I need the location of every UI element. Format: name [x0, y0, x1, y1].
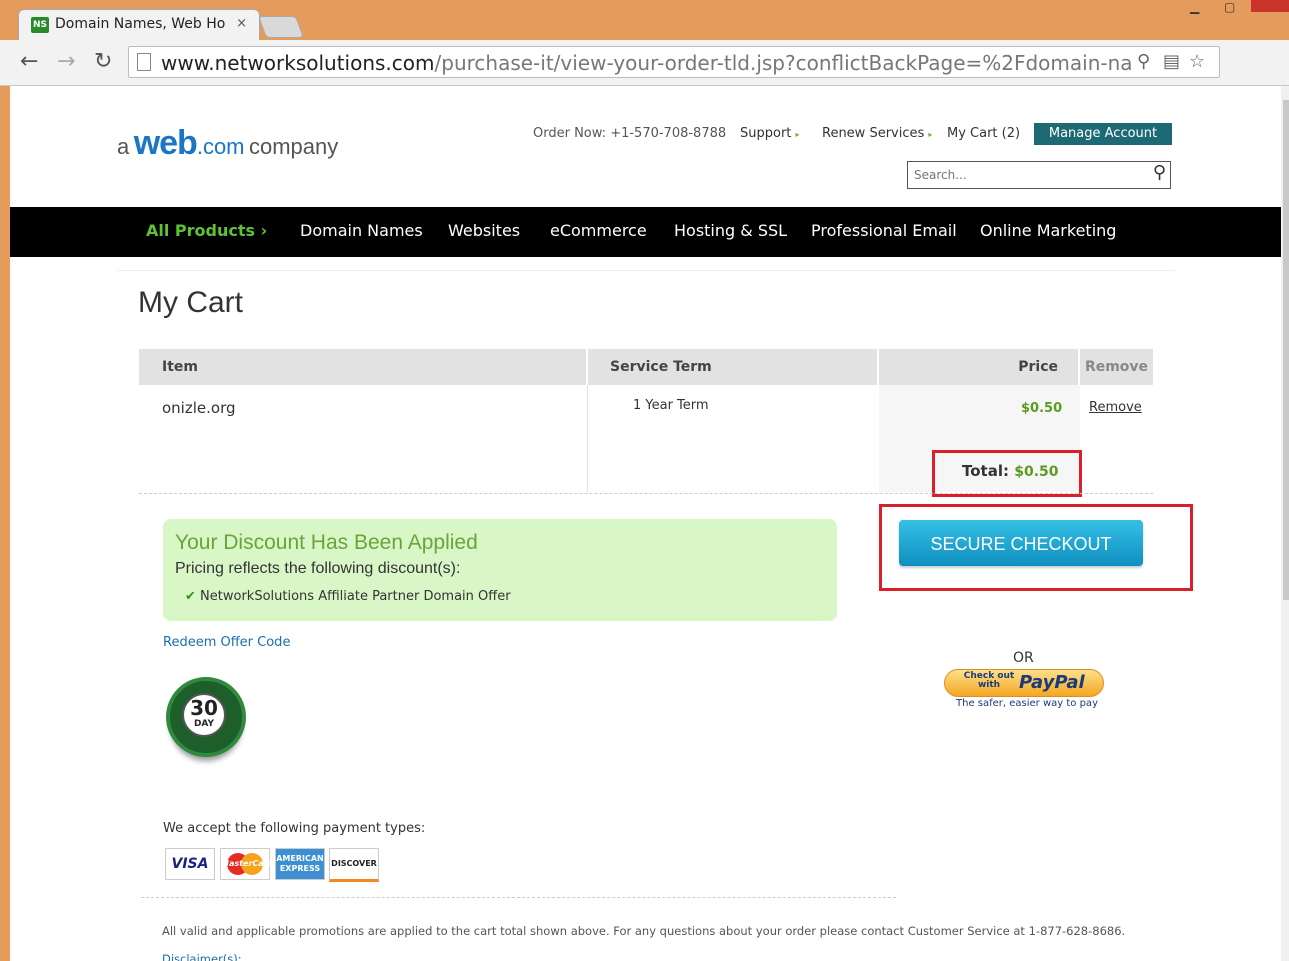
- logo-web: web: [133, 124, 198, 162]
- webcom-logo[interactable]: a web.com company: [117, 124, 338, 163]
- tab-title: Domain Names, Web Hos: [55, 16, 225, 32]
- col-header-item: Item: [139, 349, 586, 385]
- paypal-checkout-button[interactable]: Check out with PayPal: [944, 669, 1104, 697]
- nav-domain-names[interactable]: Domain Names: [300, 221, 423, 240]
- renew-label: Renew Services: [822, 126, 925, 141]
- window-close-button[interactable]: [1251, 0, 1289, 12]
- support-link[interactable]: Support ▸: [740, 126, 800, 141]
- url-host: www.networksolutions.com: [161, 51, 435, 75]
- minimize-icon[interactable]: ▁: [1190, 0, 1199, 14]
- tab-close-icon[interactable]: ×: [236, 16, 247, 31]
- browser-tab[interactable]: NS Domain Names, Web Hos ×: [18, 9, 260, 41]
- nav-online-marketing[interactable]: Online Marketing: [980, 221, 1116, 240]
- paypal-logo: PayPal: [1019, 672, 1085, 693]
- main-navigation: All Products › Domain Names Websites eCo…: [10, 207, 1281, 257]
- column-divider: [587, 385, 588, 492]
- search-icon[interactable]: ⚲: [1137, 51, 1150, 72]
- promotions-fineprint: All valid and applicable promotions are …: [162, 924, 1126, 938]
- footer-divider: [141, 897, 896, 898]
- total-highlight-box: [932, 450, 1082, 497]
- back-arrow-icon[interactable]: ←: [20, 49, 38, 74]
- browser-toolbar: ← → ↻ www.networksolutions.com/purchase-…: [0, 40, 1289, 115]
- disclaimer-link[interactable]: Disclaimer(s):: [162, 952, 242, 961]
- paypal-tagline: The safer, easier way to pay: [956, 698, 1098, 709]
- amex-card-icon: AMERICAN EXPRESS: [275, 848, 325, 880]
- address-bar[interactable]: www.networksolutions.com/purchase-it/vie…: [128, 46, 1220, 78]
- nav-all-products[interactable]: All Products ›: [146, 221, 267, 240]
- page-title: My Cart: [138, 286, 243, 319]
- nav-professional-email[interactable]: Professional Email: [811, 221, 957, 240]
- new-tab-button[interactable]: [257, 16, 305, 38]
- remove-link[interactable]: Remove: [1089, 400, 1142, 415]
- support-label: Support: [740, 126, 792, 141]
- site-search: ⚲: [907, 161, 1171, 189]
- logo-com: .com: [196, 134, 245, 159]
- url-path: /purchase-it/view-your-order-tld.jsp?con…: [434, 51, 1131, 75]
- checkout-highlight-box: [879, 504, 1193, 591]
- order-now-phone: Order Now: +1-570-708-8788: [533, 126, 727, 141]
- discount-panel: Your Discount Has Been Applied Pricing r…: [163, 519, 837, 621]
- logo-company: company: [248, 134, 339, 159]
- discount-title: Your Discount Has Been Applied: [175, 531, 478, 554]
- forward-arrow-icon[interactable]: →: [57, 49, 75, 74]
- maximize-icon[interactable]: ▢: [1224, 0, 1235, 14]
- nav-hosting-ssl[interactable]: Hosting & SSL: [674, 221, 787, 240]
- discover-card-icon: DISCOVER: [329, 848, 379, 882]
- logo-a: a: [117, 134, 130, 159]
- discount-item: ✔ NetworkSolutions Affiliate Partner Dom…: [185, 589, 511, 604]
- my-cart-link[interactable]: My Cart (2): [947, 126, 1020, 141]
- checkmark-icon: ✔: [185, 589, 196, 604]
- search-input[interactable]: [912, 165, 1136, 185]
- seal-center: 30 DAY: [182, 693, 226, 737]
- row-item-name: onizle.org: [162, 399, 236, 417]
- mastercard-label: MasterCard: [221, 859, 274, 868]
- money-back-guarantee-seal: 30 DAY: [166, 677, 246, 757]
- renew-services-link[interactable]: Renew Services ▸: [822, 126, 932, 141]
- scrollbar-thumb[interactable]: [1283, 100, 1289, 600]
- visa-card-icon: VISA: [165, 848, 215, 880]
- paypal-checkout-with: Check out with: [963, 671, 1015, 690]
- cart-divider: [139, 493, 1153, 494]
- row-term: 1 Year Term: [633, 398, 709, 413]
- triangle-right-icon: ▸: [928, 130, 933, 139]
- nav-ecommerce[interactable]: eCommerce: [550, 221, 647, 240]
- url-text[interactable]: www.networksolutions.com/purchase-it/vie…: [161, 51, 1131, 75]
- row-price: $0.50: [1021, 401, 1063, 416]
- search-icon[interactable]: ⚲: [1153, 162, 1166, 183]
- translate-icon[interactable]: ▤: [1163, 51, 1180, 72]
- payment-types-label: We accept the following payment types:: [163, 821, 426, 836]
- networksolutions-favicon-icon: NS: [31, 17, 49, 33]
- nav-websites[interactable]: Websites: [448, 221, 520, 240]
- triangle-right-icon: ▸: [795, 130, 800, 139]
- or-separator: OR: [1013, 650, 1034, 666]
- reload-icon[interactable]: ↻: [94, 49, 112, 74]
- browser-tabstrip: NS Domain Names, Web Hos × ▁ ▢: [0, 0, 1289, 41]
- amex-label: AMERICAN EXPRESS: [276, 854, 324, 873]
- bookmark-star-icon[interactable]: ☆: [1189, 51, 1205, 72]
- col-header-price: Price: [879, 349, 1078, 385]
- redeem-offer-code-link[interactable]: Redeem Offer Code: [163, 635, 290, 650]
- discount-subtitle: Pricing reflects the following discount(…: [175, 560, 461, 577]
- col-header-term: Service Term: [588, 349, 877, 385]
- seal-day: DAY: [193, 719, 215, 729]
- mastercard-card-icon: MasterCard: [220, 848, 274, 880]
- seal-number: 30: [190, 696, 218, 720]
- page-icon: [137, 53, 151, 71]
- discount-item-label: NetworkSolutions Affiliate Partner Domai…: [200, 589, 511, 604]
- page-viewport: a web.com company Order Now: +1-570-708-…: [10, 86, 1281, 961]
- col-header-remove: Remove: [1080, 349, 1153, 385]
- manage-account-button[interactable]: Manage Account: [1034, 123, 1172, 145]
